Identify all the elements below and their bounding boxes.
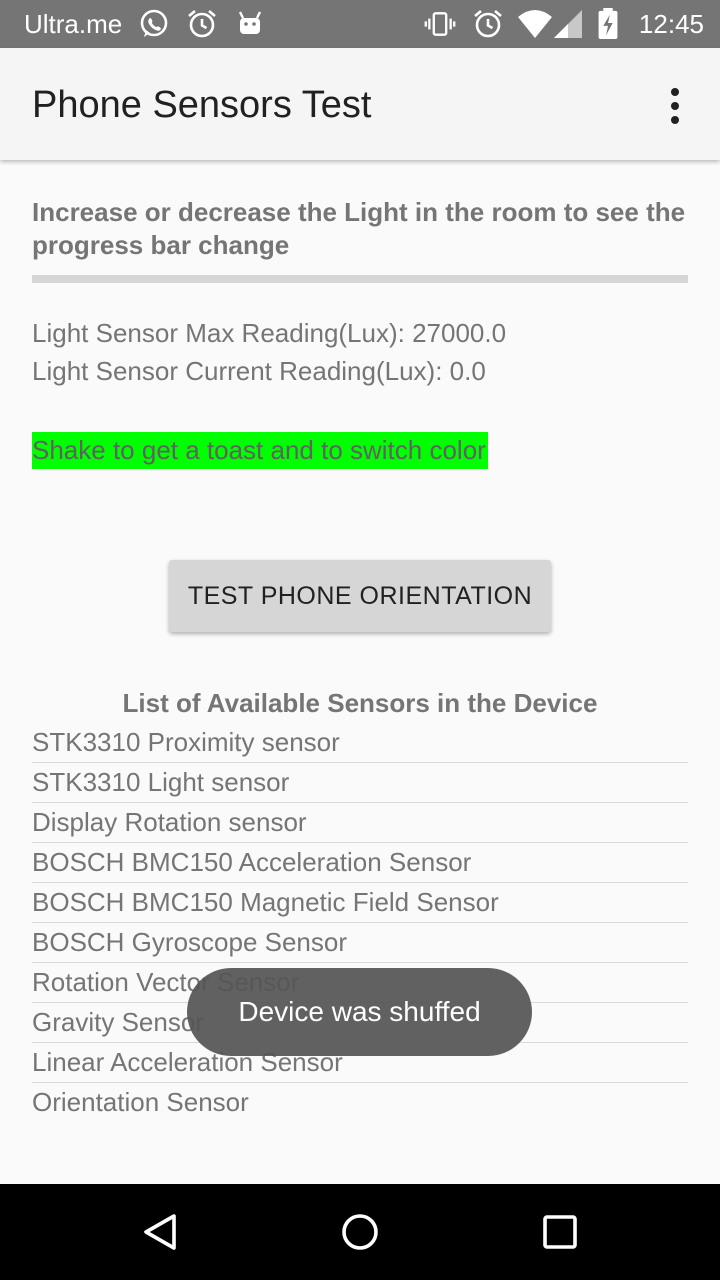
alarm-icon [188,10,216,38]
sensor-list-item[interactable]: BOSCH BMC150 Magnetic Field Sensor [32,883,688,923]
more-vert-icon[interactable] [660,86,690,126]
sensor-list-item[interactable]: BOSCH BMC150 Acceleration Sensor [32,843,688,883]
navigation-bar [0,1184,720,1280]
vibrate-icon [424,12,456,36]
light-instruction: Increase or decrease the Light in the ro… [32,197,686,260]
app-bar: Phone Sensors Test [0,48,720,160]
battery-icon [598,8,618,40]
toast-message: Device was shuffed [187,968,532,1056]
sensor-list-item[interactable]: STK3310 Proximity sensor [32,723,688,763]
home-icon[interactable] [340,1212,380,1252]
sensor-list-item[interactable]: Display Rotation sensor [32,803,688,843]
recents-icon[interactable] [540,1212,580,1252]
sensor-list-item[interactable]: BOSCH Gyroscope Sensor [32,923,688,963]
carrier-name: Ultra.me [24,9,123,39]
light-max-reading: Light Sensor Max Reading(Lux): 27000.0 [32,318,507,348]
test-orientation-button[interactable]: TEST PHONE ORIENTATION [169,560,551,632]
status-bar: Ultra.me 12:45 [0,0,720,48]
alarm-icon [474,10,502,38]
sensor-list-title: List of Available Sensors in the Device [122,688,598,718]
whatsapp-icon [140,9,168,37]
light-current-reading: Light Sensor Current Reading(Lux): 0.0 [32,356,486,386]
phone-screen: Ultra.me 12:45 Phone Sensors Test Increa… [0,0,720,1280]
wifi-icon [518,10,552,38]
sensor-list-item[interactable]: Orientation Sensor [32,1083,688,1122]
light-progress-bar [32,275,688,283]
back-icon[interactable] [140,1212,180,1252]
shake-label: Shake to get a toast and to switch color [32,432,488,469]
sensor-list-item[interactable]: STK3310 Light sensor [32,763,688,803]
android-icon [238,11,262,34]
signal-icon [554,10,582,38]
app-title: Phone Sensors Test [32,84,372,126]
clock: 12:45 [638,9,704,39]
sensor-list[interactable]: STK3310 Proximity sensor STK3310 Light s… [32,723,688,1122]
